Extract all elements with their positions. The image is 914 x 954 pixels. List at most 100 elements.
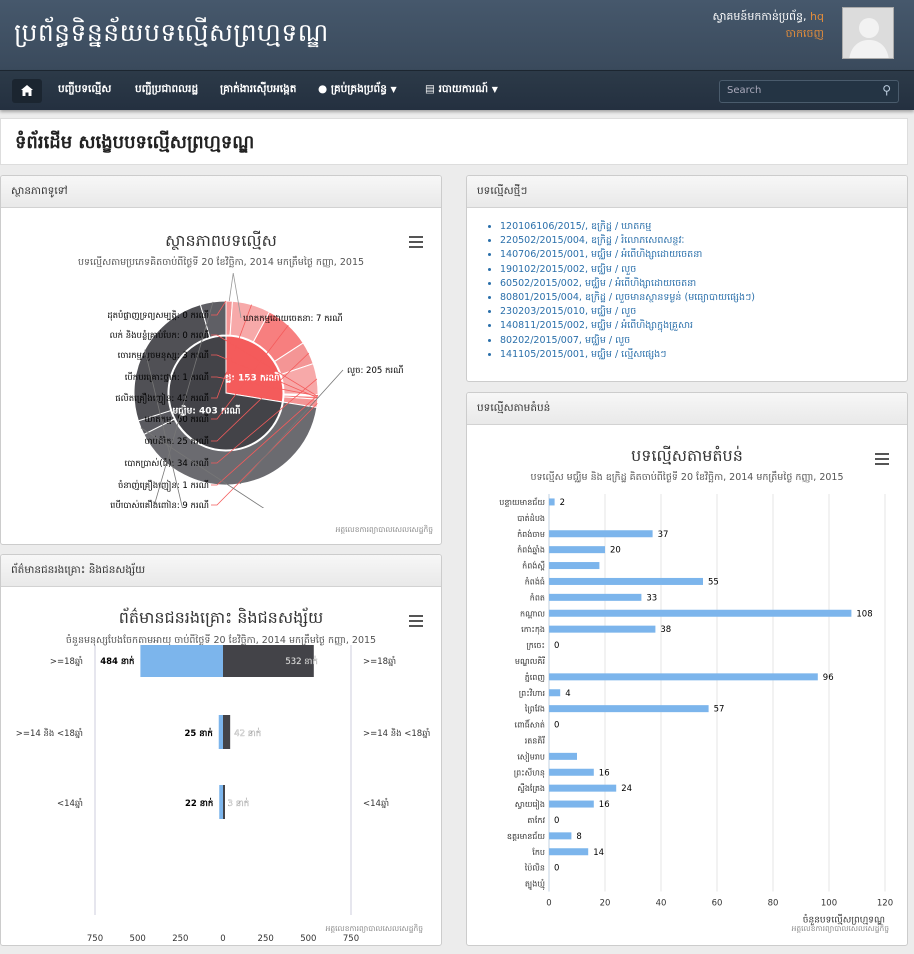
nav-citizens-list[interactable]: បញ្ជីប្រជាពលរដ្ឋ xyxy=(135,83,198,98)
recent-crime-link[interactable]: 140706/2015/001, មជ្ឈិម / អំពើហិង្សាដោយច… xyxy=(500,248,755,262)
recent-crime-link[interactable]: 141105/2015/001, មជ្ឈិម / ល្មើសផ្សេងៗ xyxy=(500,348,755,362)
recent-crime-link[interactable]: 220502/2015/004, ឧក្រិដ្ឋ / រំលោភសេពសន្ថ… xyxy=(500,234,755,248)
victims-bar-suspect xyxy=(223,715,231,749)
status-panel: ស្ថានភាពទូទៅ ស្ថានភាពបទល្មើស បទល្មើសតាមប… xyxy=(0,175,442,545)
pie-outer-label: ចោរកម្មលួចមនុស្ស: 3 ករណី xyxy=(118,349,209,361)
province-category-label: ព្រៃវែង xyxy=(524,704,545,714)
province-category-label: រតនគិរី xyxy=(525,735,546,745)
logout-link[interactable]: ចាកចេញ xyxy=(712,25,824,42)
pie-outer-label: ឃាតកម្ម: 50 ករណី xyxy=(144,413,209,425)
province-bar-label: 0 xyxy=(554,721,559,731)
victims-bar-label: 532 នាក់ xyxy=(285,655,317,667)
chart-credit: អត្តលេខការព្យាបាលសេលសេដ្ឋកិច្ច xyxy=(325,924,423,933)
province-bar xyxy=(549,625,656,633)
province-bar-label: 8 xyxy=(576,832,581,842)
chart-credit: អត្តលេខការព្យាបាលសេលសេដ្ឋកិច្ច xyxy=(791,924,889,933)
province-bar-label: 14 xyxy=(593,848,604,858)
pie-outer-label: ដុតបំផ្លាញទ្រព្យសម្បត្តិ: 0 ករណី xyxy=(107,309,209,321)
main-navbar: បញ្ចីបទល្មើស បញ្ជីប្រជាពលរដ្ឋ គ្រាក់ងារស… xyxy=(0,70,914,110)
province-category-label: សៀមរាប xyxy=(517,751,545,762)
province-category-label: ស្ទឹងត្រែង xyxy=(517,783,545,793)
province-bar-label: 0 xyxy=(554,641,559,651)
recent-crime-link[interactable]: 60502/2015/002, មជ្ឈិម / អំពើហិង្សាដោយចេ… xyxy=(500,277,755,291)
pie-outer-label: លក់ និងបន្លំគ្រាប់បែក: 0 ករណី xyxy=(110,329,209,341)
page-heading-bar: ទំព័រដើម សង្ខេបបទល្មើសព្រហ្មទណ្ឌ xyxy=(0,118,908,165)
province-bar xyxy=(549,593,642,601)
recent-crimes-list: 120106106/2015/, ឧក្រិដ្ឋ / ឃាតកម្ម 2205… xyxy=(500,220,755,362)
user-placeholder-icon xyxy=(843,8,893,58)
province-category-label: កំពត xyxy=(530,592,545,602)
avatar[interactable] xyxy=(842,7,894,59)
victims-bar-victim xyxy=(218,715,223,749)
province-category-label: កំពង់ស្ពឺ xyxy=(522,561,545,571)
status-panel-title: ស្ថានភាពទូទៅ xyxy=(1,176,441,208)
top-header: ប្រព័ន្ធទិន្នន័យបទល្មើសព្រហ្មទណ្ឌ ស្វាគម… xyxy=(0,0,914,70)
province-bar xyxy=(549,848,589,856)
chart-credit: អត្តលេខការព្យាបាលសេលសេដ្ឋកិច្ច xyxy=(335,525,433,534)
nav-home-button[interactable] xyxy=(12,79,42,103)
recent-crime-link[interactable]: 80202/2015/007, មជ្ឈិម / លួច xyxy=(500,334,755,348)
recent-crime-link[interactable]: 190102/2015/002, មជ្ឈិម / លួច xyxy=(500,263,755,277)
page-title: ទំព័រដើម សង្ខេបបទល្មើសព្រហ្មទណ្ឌ xyxy=(15,132,255,153)
province-category-label: ត្បូងឃ្មុំ xyxy=(525,879,546,891)
province-bar xyxy=(549,609,852,617)
search-icon[interactable]: ⚲ xyxy=(882,83,891,97)
pie-outer-label: បើកបរគ្រោះថ្នាក់: 1 ករណី xyxy=(125,371,209,383)
nav-reports[interactable]: ▤ របាយការណ៍ ▼ xyxy=(425,83,498,98)
nav-crimes-list[interactable]: បញ្ចីបទល្មើស xyxy=(58,83,111,98)
victims-bar-victim xyxy=(140,645,223,677)
province-x-tick: 120 xyxy=(877,899,893,909)
recent-crime-link[interactable]: 120106106/2015/, ឧក្រិដ្ឋ / ឃាតកម្ម xyxy=(500,220,755,234)
victims-x-tick: 500 xyxy=(130,934,146,944)
victims-x-tick: 250 xyxy=(258,934,274,944)
province-category-label: កណ្ដាល xyxy=(520,609,545,618)
recent-crime-link[interactable]: 230203/2015/010, មជ្ឈិម / លួច xyxy=(500,305,755,319)
victims-chart: >=18ឆ្នាំ >=18ឆ្នាំ 484 នាក់ 532 នាក់ >=14 ន… xyxy=(16,645,430,944)
province-x-tick: 20 xyxy=(600,899,611,909)
pie-chart: ឧក្រិដ្ឋ: 153 ករណីមជ្ឈិម: 403 ករណីដុតបំផ… xyxy=(107,272,403,508)
victims-x-tick: 750 xyxy=(87,934,103,944)
chart-menu-icon[interactable] xyxy=(409,615,423,627)
province-category-label: ភ្នំពេញ xyxy=(525,672,545,682)
province-bar-label: 33 xyxy=(646,593,657,603)
province-bar-label: 4 xyxy=(565,689,570,699)
username-link[interactable]: hq xyxy=(810,10,824,23)
province-category-label: ឧត្ដរមានជ័យ xyxy=(507,831,545,841)
province-bar-label: 96 xyxy=(823,673,834,683)
province-panel-title: បទល្មើសតាមតំបន់ xyxy=(467,393,907,425)
province-bar-label: 57 xyxy=(714,705,725,715)
province-bar xyxy=(549,562,600,570)
province-category-label: បន្ទាយមានជ័យ xyxy=(499,497,545,507)
nav-investigators[interactable]: គ្រាក់ងារស៊ើបអង្កេត xyxy=(220,83,296,98)
victims-panel: ព័ត៌មានជនរងគ្រោះ និងជនសង្ស័យ ព័ត៌មានជនរង… xyxy=(0,554,442,946)
user-icon: ● xyxy=(318,83,328,95)
province-x-tick: 0 xyxy=(546,899,551,909)
province-bar-label: 16 xyxy=(599,768,610,778)
recent-crime-link[interactable]: 140811/2015/002, មជ្ឈិម / អំពើហិង្សាក្នុ… xyxy=(500,319,755,333)
search-input[interactable]: Search ⚲ xyxy=(719,80,899,103)
province-bar xyxy=(549,768,594,776)
victims-x-tick: 0 xyxy=(220,934,225,944)
province-bar-label: 0 xyxy=(554,864,559,874)
province-panel: បទល្មើសតាមតំបន់ បទល្មើសតាមតំបន់ បទល្មើស … xyxy=(466,392,908,946)
province-category-label: កំពង់ចាម xyxy=(517,529,545,539)
province-chart-subtitle: បទល្មើស មជ្ឈិម និង ឧក្រិដ្ឋ គិតចាប់ពីថ្ង… xyxy=(530,472,844,483)
province-category-label: ពោធិ៍សាត់ xyxy=(515,719,545,730)
nav-system-admin[interactable]: ● គ្រប់គ្រងប្រព័ន្ធ ▼ xyxy=(318,83,397,98)
victims-category-right: >=18ឆ្នាំ xyxy=(363,655,396,667)
report-icon: ▤ xyxy=(425,83,435,95)
province-bar-label: 24 xyxy=(621,784,632,794)
province-bar-label: 0 xyxy=(554,816,559,826)
recent-panel-title: បទល្មើសថ្មីៗ xyxy=(467,176,907,208)
pie-outer-label: លួច: 205 ករណី xyxy=(347,364,403,376)
province-bar-label: 108 xyxy=(856,609,872,619)
province-chart: 0 20 40 60 80 100 120បន្ទាយមានជ័យ 2បាត់ដំបងកំពង… xyxy=(499,494,893,926)
province-x-tick: 40 xyxy=(656,899,667,909)
province-category-label: ស្វាយរៀង xyxy=(515,799,545,810)
victims-category-right: <14ឆ្នាំ xyxy=(363,797,389,809)
chart-menu-icon[interactable] xyxy=(875,453,889,465)
recent-crime-link[interactable]: 80801/2015/004, ឧក្រិដ្ឋ / លួចមានស្ថានទម… xyxy=(500,291,755,305)
province-category-label: តាកែវ xyxy=(527,815,545,825)
province-bar-label: 55 xyxy=(708,577,719,587)
pie-outer-label: ចំនាញ់គ្រឿងញៀន: 1 ករណី xyxy=(118,479,209,492)
